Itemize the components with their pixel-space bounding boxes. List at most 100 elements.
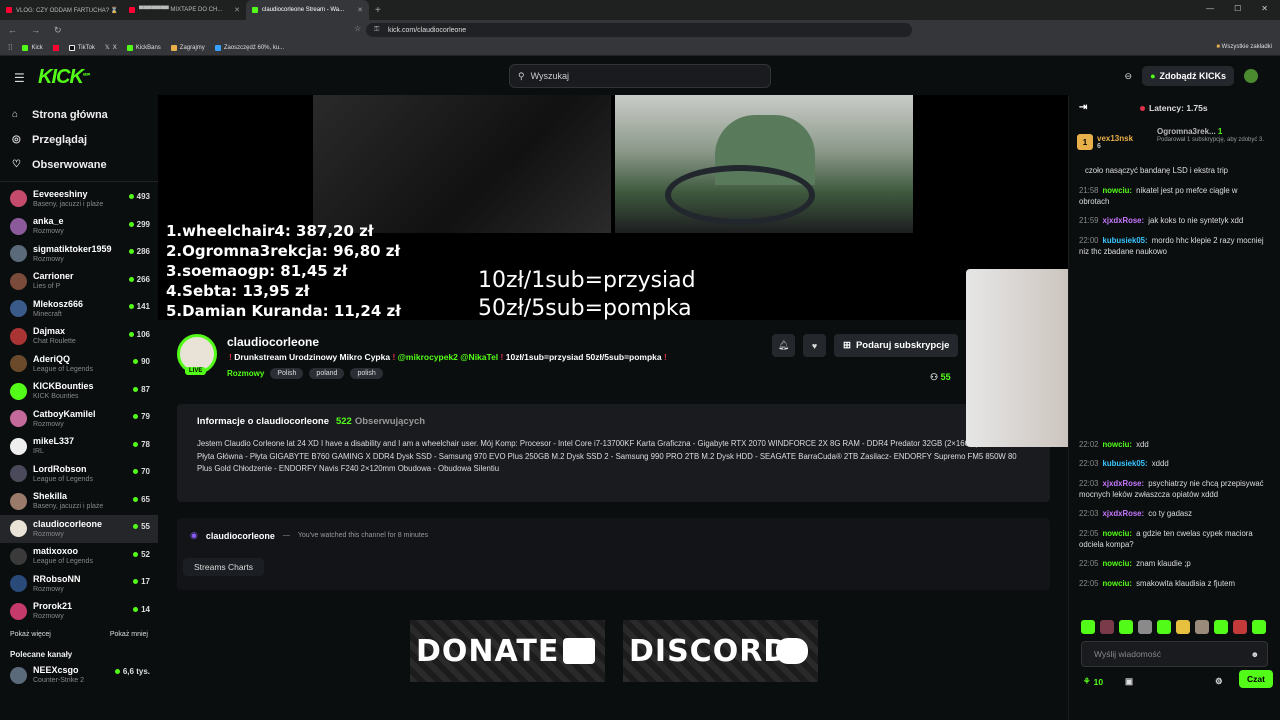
chat-rules-icon[interactable]: ▣: [1125, 676, 1133, 687]
message-username[interactable]: nowciu:: [1103, 529, 1132, 538]
emote-icon[interactable]: [1138, 620, 1152, 634]
top-gifter[interactable]: 1 vex13nsk 6: [1077, 125, 1133, 159]
get-kicks-button[interactable]: ● Zdobądź KICKs: [1142, 66, 1234, 86]
tag-pill[interactable]: Polish: [270, 368, 304, 379]
sidebar-channel[interactable]: Eeveeeshiny Baseny, jacuzzi i plaże 493: [0, 185, 158, 213]
bookmark-youtube[interactable]: [52, 44, 59, 51]
message-username[interactable]: nowciu:: [1103, 186, 1132, 195]
chat-input[interactable]: Wyślij wiadomość ☻: [1081, 641, 1268, 667]
message-username[interactable]: xjxdxRose:: [1103, 509, 1145, 518]
show-less-link[interactable]: Pokaż mniej: [110, 631, 148, 638]
wallet-icon: [563, 638, 595, 664]
sidebar-channel[interactable]: AderiQQ League of Legends 90: [0, 350, 158, 378]
emote-icon[interactable]: [1252, 620, 1266, 634]
message-username[interactable]: nowciu:: [1103, 579, 1132, 588]
close-tab-icon[interactable]: ✕: [111, 6, 117, 14]
collapse-chat-icon[interactable]: ⇥: [1079, 102, 1087, 113]
emote-icon[interactable]: [1195, 620, 1209, 634]
gear-icon[interactable]: ⚙: [1215, 676, 1223, 687]
message-username[interactable]: kubusiek05:: [1103, 459, 1148, 468]
sidebar-channel[interactable]: claudiocorleone Rozmowy 55: [0, 515, 158, 543]
browser-tab-2[interactable]: ▀▀▀▀▀▀▀ MIXTAPE DO CH... ✕: [123, 0, 246, 20]
sidebar-channel[interactable]: KICKBounties KICK Bounties 87: [0, 378, 158, 406]
bookmark-tiktok[interactable]: TikTok: [68, 44, 95, 51]
message-username[interactable]: nowciu:: [1103, 440, 1132, 449]
emote-icon[interactable]: [1233, 620, 1247, 634]
gift-notice: Ogromna3rek... 1 Podarował 1 subskrypcję,…: [1157, 127, 1264, 144]
notification-bell-button[interactable]: 🔔︎: [772, 334, 795, 357]
url-field[interactable]: ⚿ kick.com/claudiocorleone: [366, 23, 912, 37]
sidebar-channel[interactable]: RRobsoNN Rozmowy 17: [0, 570, 158, 598]
message-username[interactable]: xjxdxRose:: [1103, 479, 1145, 488]
sidebar-item-browse[interactable]: ◎ Przeglądaj: [0, 127, 158, 152]
kick-logo[interactable]: KICKBETA: [38, 66, 90, 89]
emoji-icon[interactable]: ☻: [1251, 650, 1259, 659]
channel-points[interactable]: ⚘ 10: [1083, 676, 1103, 687]
follow-button[interactable]: ♥: [803, 334, 826, 357]
sidebar-channel[interactable]: Shekilla Baseny, jacuzzi i plaże 65: [0, 488, 158, 516]
discord-panel[interactable]: DISCORD: [623, 620, 818, 682]
recommended-channel[interactable]: NEEXcsgo Counter-Strike 2 6,6 tys.: [0, 663, 158, 687]
close-tab-icon[interactable]: ✕: [234, 6, 240, 14]
user-avatar[interactable]: [1244, 69, 1258, 83]
forward-icon[interactable]: →: [31, 25, 40, 36]
bookmark-kickbans[interactable]: KickBans: [126, 44, 161, 51]
sidebar-channel[interactable]: anka_e Rozmowy 299: [0, 213, 158, 241]
emote-icon[interactable]: [1100, 620, 1114, 634]
emote-icon[interactable]: [1214, 620, 1228, 634]
browser-tab-1[interactable]: VLOG: CZY ODDAM FARTUCHA? ⌛ ✕: [0, 0, 123, 20]
sidebar-item-following[interactable]: ♡ Obserwowane: [0, 152, 158, 177]
viewer-count: 141: [129, 302, 150, 311]
maximize-icon[interactable]: ☐: [1234, 4, 1241, 13]
sidebar-item-home[interactable]: ⌂ Strona główna: [0, 102, 158, 127]
room-camera-feed: [313, 95, 611, 233]
message-username[interactable]: xjxdxRose:: [1103, 216, 1145, 225]
gift-subs-button[interactable]: ⊞ Podaruj subskrypcje: [834, 334, 959, 357]
back-icon[interactable]: ←: [8, 25, 17, 36]
sidebar-channel[interactable]: Mlekosz666 Minecraft 141: [0, 295, 158, 323]
streams-charts-button[interactable]: Streams Charts: [183, 558, 265, 576]
emote-icon[interactable]: [1157, 620, 1171, 634]
close-window-icon[interactable]: ✕: [1261, 4, 1268, 13]
search-input[interactable]: ⚲ Wyszukaj: [509, 64, 771, 88]
title-mentions[interactable]: @mikrocypek2 @NikaTel: [398, 352, 499, 362]
show-more-link[interactable]: Pokaż więcej: [10, 631, 51, 638]
send-chat-button[interactable]: Czat: [1239, 670, 1273, 688]
tag-pill[interactable]: poland: [309, 368, 345, 379]
steering-wheel-shape: [665, 165, 815, 225]
bookmark-zagrajmy[interactable]: Zagrajmy: [170, 44, 205, 51]
sidebar-channel[interactable]: CatboyKamilel Rozmowy 79: [0, 405, 158, 433]
minimize-icon[interactable]: —: [1206, 4, 1214, 13]
close-tab-icon[interactable]: ✕: [357, 6, 363, 14]
bookmark-kick[interactable]: Kick: [22, 44, 43, 51]
browser-tab-active[interactable]: claudiocorleone Stream - Wa... ✕: [246, 0, 369, 20]
emote-icon[interactable]: [1081, 620, 1095, 634]
sidebar-channel[interactable]: sigmatiktoker1959 Rozmowy 286: [0, 240, 158, 268]
menu-icon[interactable]: ☰: [14, 71, 25, 85]
bookmark-star-icon[interactable]: ☆: [354, 24, 361, 33]
apps-grid-icon[interactable]: ⁞⁞: [8, 43, 12, 52]
message-username[interactable]: kubusiek05:: [1103, 236, 1148, 245]
bookmark-deal[interactable]: Zaoszczędź 60%, ku...: [214, 44, 284, 51]
sidebar-channel[interactable]: mikeL337 IRL 78: [0, 433, 158, 461]
sidebar-channel[interactable]: Prorok21 Rozmowy 14: [0, 598, 158, 626]
emote-icon[interactable]: [1119, 620, 1133, 634]
video-player[interactable]: 1.wheelchair4: 387,20 zł 2.Ogromna3rekcj…: [158, 95, 1068, 320]
message-time: 22:00: [1079, 235, 1099, 245]
clips-icon[interactable]: ⊖: [1125, 71, 1133, 82]
reload-icon[interactable]: ↻: [54, 25, 62, 36]
sidebar-channel[interactable]: matixoxoo League of Legends 52: [0, 543, 158, 571]
tab-title: ▀▀▀▀▀▀▀ MIXTAPE DO CH...: [139, 7, 223, 13]
tag-pill[interactable]: polish: [350, 368, 383, 379]
new-tab-icon[interactable]: +: [375, 5, 381, 16]
sidebar-channel[interactable]: Carrioner Lies of P 266: [0, 268, 158, 296]
all-bookmarks[interactable]: ■ Wszystkie zakładki: [1216, 44, 1272, 50]
donate-panel[interactable]: DONATE: [410, 620, 605, 682]
category-link[interactable]: Rozmowy: [227, 369, 264, 378]
bookmark-x[interactable]: 𝕏X: [105, 44, 117, 52]
message-username[interactable]: nowciu:: [1103, 559, 1132, 568]
channel-name[interactable]: claudiocorleone: [227, 335, 319, 349]
sidebar-channel[interactable]: Dajmax Chat Roulette 106: [0, 323, 158, 351]
emote-icon[interactable]: [1176, 620, 1190, 634]
sidebar-channel[interactable]: LordRobson League of Legends 70: [0, 460, 158, 488]
